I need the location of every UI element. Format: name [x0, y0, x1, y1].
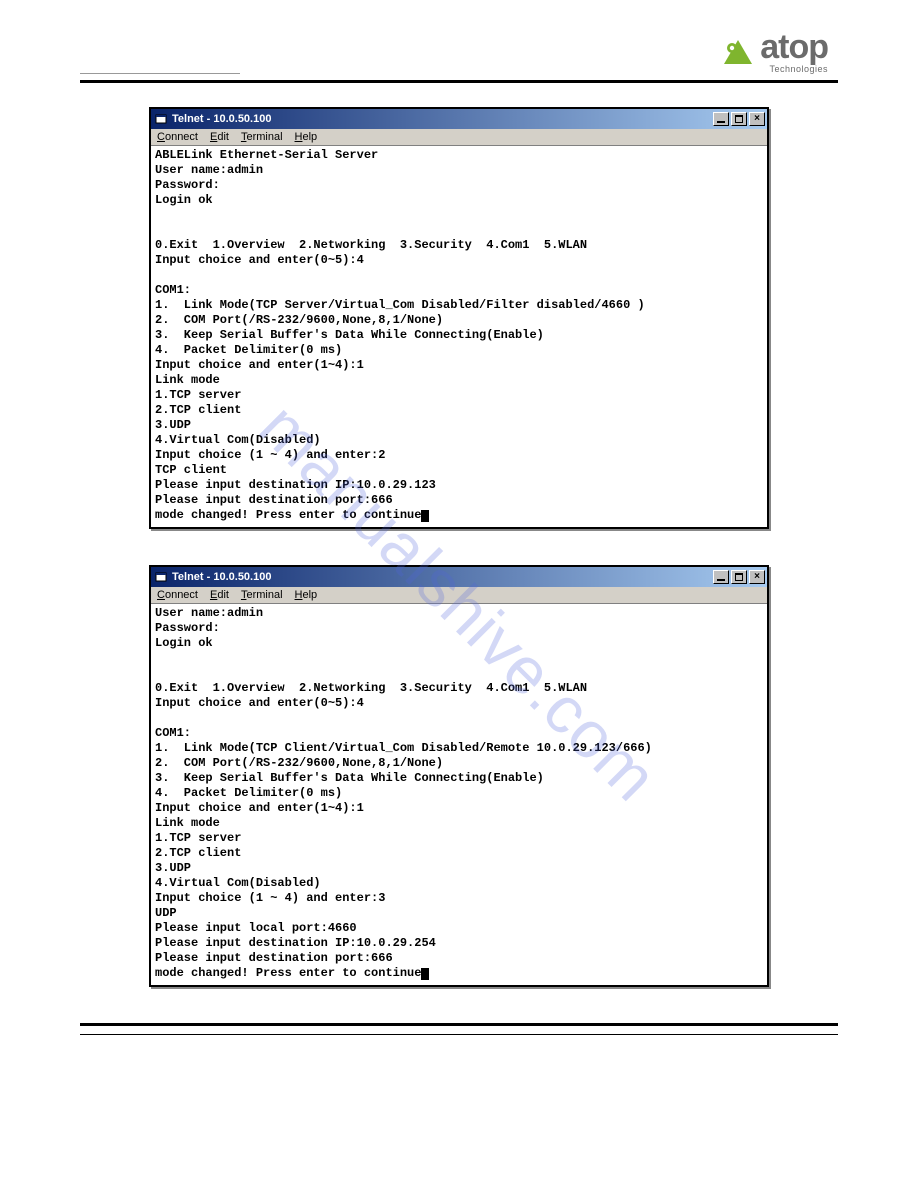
close-icon: ×	[754, 114, 760, 124]
titlebar[interactable]: Telnet - 10.0.50.100 ×	[151, 567, 767, 587]
close-button[interactable]: ×	[749, 112, 765, 126]
menu-terminal[interactable]: Terminal	[241, 589, 283, 601]
maximize-icon	[735, 115, 743, 123]
window-title: Telnet - 10.0.50.100	[172, 113, 713, 125]
logo-subtext: Technologies	[760, 64, 828, 74]
cursor-icon	[421, 968, 429, 980]
minimize-button[interactable]	[713, 570, 729, 584]
system-menu-icon[interactable]	[154, 570, 168, 584]
menubar: Connect Edit Terminal Help	[151, 129, 767, 146]
maximize-button[interactable]	[731, 112, 747, 126]
bottom-thin-rule	[80, 1034, 838, 1035]
menu-help[interactable]: Help	[295, 589, 318, 601]
terminal-output-1[interactable]: ABLELink Ethernet-Serial Server User nam…	[151, 146, 767, 527]
system-menu-icon[interactable]	[154, 112, 168, 126]
cursor-icon	[421, 510, 429, 522]
menu-connect[interactable]: Connect	[157, 131, 198, 143]
close-icon: ×	[754, 572, 760, 582]
window-title: Telnet - 10.0.50.100	[172, 571, 713, 583]
menu-edit[interactable]: Edit	[210, 131, 229, 143]
bottom-rule	[80, 1023, 838, 1026]
maximize-button[interactable]	[731, 570, 747, 584]
logo-word: atop	[760, 30, 828, 64]
menu-connect[interactable]: Connect	[157, 589, 198, 601]
logo-mark-icon	[720, 34, 756, 70]
menubar: Connect Edit Terminal Help	[151, 587, 767, 604]
titlebar[interactable]: Telnet - 10.0.50.100 ×	[151, 109, 767, 129]
telnet-window-1: Telnet - 10.0.50.100 × Connect Edit Term…	[149, 107, 769, 529]
close-button[interactable]: ×	[749, 570, 765, 584]
menu-help[interactable]: Help	[295, 131, 318, 143]
minimize-icon	[717, 121, 725, 123]
menu-terminal[interactable]: Terminal	[241, 131, 283, 143]
header-underline	[80, 73, 240, 74]
minimize-icon	[717, 579, 725, 581]
top-rule	[80, 80, 838, 83]
minimize-button[interactable]	[713, 112, 729, 126]
maximize-icon	[735, 573, 743, 581]
page-header: atop Technologies	[80, 30, 838, 74]
terminal-output-2[interactable]: User name:admin Password: Login ok 0.Exi…	[151, 604, 767, 985]
brand-logo: atop Technologies	[720, 30, 828, 74]
telnet-window-2: Telnet - 10.0.50.100 × Connect Edit Term…	[149, 565, 769, 987]
menu-edit[interactable]: Edit	[210, 589, 229, 601]
